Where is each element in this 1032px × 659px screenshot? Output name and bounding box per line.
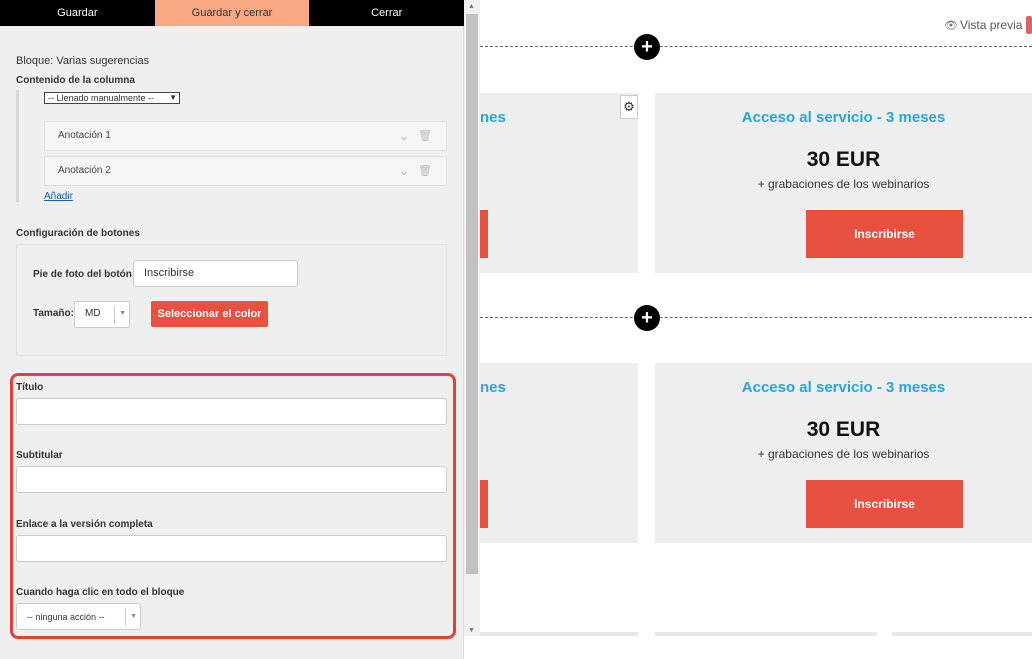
card-edge xyxy=(655,632,877,636)
card-edge xyxy=(480,632,638,636)
edge-marker xyxy=(1026,16,1032,34)
chevron-down-icon[interactable]: ⌄ xyxy=(399,157,409,185)
fill-mode-select[interactable]: -- Llenado manualmente -- ▼ xyxy=(44,92,180,104)
subtitle-label: Subtitular xyxy=(16,450,63,461)
full-version-label: Enlace a la versión completa xyxy=(16,519,153,530)
annotation-label: Anotación 2 xyxy=(58,165,111,176)
annotation-item[interactable]: Anotación 2 ⌄ 🗑 xyxy=(44,156,447,186)
subscribe-button[interactable]: Inscribirse xyxy=(806,480,963,528)
size-label: Tamaño: xyxy=(33,308,74,319)
price-card: Acceso al servicio - 3 meses 30 EUR + gr… xyxy=(655,363,1032,543)
size-value: MD xyxy=(85,308,101,319)
card-subtitle: + grabaciones de los webinarios xyxy=(757,447,930,461)
preview-label: Vista previa xyxy=(959,18,1023,32)
card-title: Acceso al servicio - 3 meses xyxy=(741,109,946,126)
full-version-link-input[interactable] xyxy=(16,535,447,562)
click-action-select[interactable]: -- ninguna acción -- ▼ xyxy=(16,603,141,630)
subscribe-button[interactable]: Inscribirse xyxy=(806,210,963,258)
save-and-close-button[interactable]: Guardar y cerrar xyxy=(154,0,310,26)
annotation-item[interactable]: Anotación 1 ⌄ 🗑 xyxy=(44,121,447,151)
block-title: Bloque: Varias sugerencias xyxy=(16,55,150,67)
trash-icon[interactable]: 🗑 xyxy=(418,157,432,185)
select-divider xyxy=(125,608,126,626)
buttons-config-label: Configuración de botones xyxy=(16,228,140,239)
annotation-label: Anotación 1 xyxy=(58,130,111,141)
select-color-button[interactable]: Seleccionar el color xyxy=(151,301,268,327)
preview-toggle[interactable]: 👁 Vista previa xyxy=(944,18,1022,32)
gear-icon[interactable]: ⚙ xyxy=(620,95,638,119)
card-price: 30 EUR xyxy=(806,418,881,441)
card-title: Acceso al servicio - 3 meses xyxy=(741,379,946,396)
price-card: Acceso al servicio - 3 meses 30 EUR + gr… xyxy=(655,93,1032,273)
subtitle-input[interactable] xyxy=(16,466,447,493)
card-subtitle: + grabaciones de los webinarios xyxy=(757,177,930,191)
section-divider xyxy=(480,46,1032,47)
button-caption-input[interactable]: Inscribirse xyxy=(133,260,298,287)
scroll-up-icon[interactable]: ▲ xyxy=(468,3,475,10)
fill-mode-value: -- Llenado manualmente -- xyxy=(48,93,155,103)
scrollbar-thumb[interactable] xyxy=(466,14,478,574)
editor-root: Guardar Guardar y cerrar Cerrar Bloque: … xyxy=(0,0,1032,659)
block-settings-panel: Guardar Guardar y cerrar Cerrar Bloque: … xyxy=(0,0,465,659)
card-title-partial: nes xyxy=(480,379,506,396)
trash-icon[interactable]: 🗑 xyxy=(418,122,432,150)
section-divider xyxy=(480,317,1032,318)
close-button[interactable]: Cerrar xyxy=(309,0,465,26)
column-content-label: Contenido de la columna xyxy=(16,75,135,86)
size-select[interactable]: MD ▼ xyxy=(74,301,130,328)
column-rail xyxy=(16,90,19,202)
add-annotation-link[interactable]: Añadir xyxy=(44,191,73,202)
card-button-partial[interactable] xyxy=(480,210,488,258)
plus-icon[interactable]: + xyxy=(634,305,660,331)
chevron-down-icon: ▼ xyxy=(130,613,137,620)
card-title-partial: nes xyxy=(480,109,506,126)
title-label: Título xyxy=(16,382,44,393)
card-price: 30 EUR xyxy=(806,148,881,171)
click-action-label: Cuando haga clic en todo el bloque xyxy=(16,587,185,598)
panel-scrollbar[interactable]: ▲ ▼ xyxy=(464,0,480,636)
click-action-value: -- ninguna acción -- xyxy=(27,612,105,622)
card-edge xyxy=(892,632,1032,636)
save-button[interactable]: Guardar xyxy=(0,0,155,26)
chevron-down-icon: ▼ xyxy=(119,310,126,317)
eye-icon: 👁 xyxy=(944,20,958,32)
panel-toolbar: Guardar Guardar y cerrar Cerrar xyxy=(0,0,465,26)
caption-label: Pie de foto del botón: xyxy=(33,269,136,280)
select-divider xyxy=(114,306,115,324)
title-input[interactable] xyxy=(16,398,447,425)
chevron-down-icon[interactable]: ⌄ xyxy=(399,122,409,150)
card-button-partial[interactable] xyxy=(480,480,488,528)
scroll-down-icon[interactable]: ▼ xyxy=(468,627,475,634)
plus-icon[interactable]: + xyxy=(634,34,660,60)
chevron-down-icon: ▼ xyxy=(169,93,177,102)
